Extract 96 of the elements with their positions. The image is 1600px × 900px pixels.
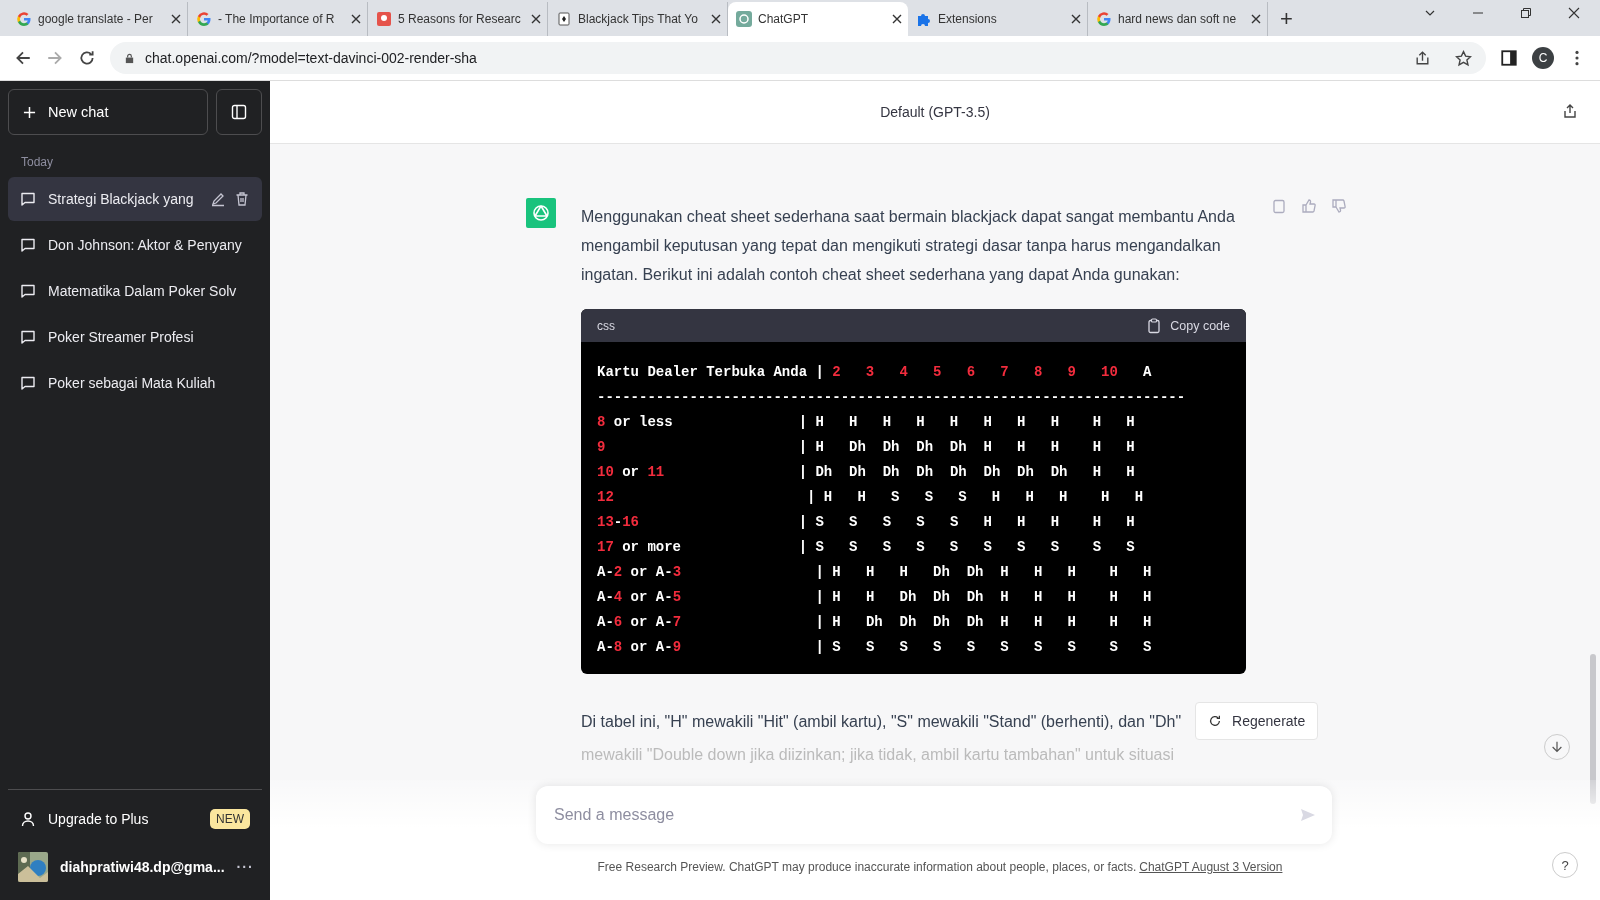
code-line: A-2 or A-3 | H H H Dh Dh H H H H H (597, 563, 1152, 582)
back-icon[interactable] (14, 49, 32, 67)
share-icon[interactable] (1414, 49, 1431, 67)
code-line: 17 or more | S S S S S S S S S S (597, 538, 1135, 557)
clipboard-icon[interactable] (1271, 198, 1287, 214)
message-icon (20, 191, 36, 207)
close-icon[interactable] (1568, 7, 1580, 19)
tab-title: google translate - Per (38, 12, 154, 26)
code-language: css (597, 318, 615, 333)
chatgpt-avatar-icon (526, 198, 556, 228)
new-tab-button[interactable]: + (1280, 6, 1293, 32)
chat-item[interactable]: Matematika Dalam Poker Solv (8, 269, 262, 313)
profile-avatar[interactable]: C (1532, 47, 1554, 69)
book-icon (376, 11, 392, 27)
code-line: 13-16 | S S S S S H H H H H (597, 513, 1135, 532)
chat-title: Poker Streamer Profesi (48, 329, 195, 345)
thumbs-down-icon[interactable] (1331, 198, 1347, 214)
reload-icon[interactable] (78, 49, 96, 67)
refresh-icon (1208, 714, 1223, 728)
chat-item[interactable]: Don Johnson: Aktor & Penyany (8, 223, 262, 267)
close-icon[interactable] (711, 14, 721, 24)
message-icon (20, 329, 36, 345)
more-button[interactable]: ··· (236, 859, 254, 875)
address-bar[interactable]: chat.openai.com/?model=text-davinci-002-render-sha (110, 42, 1486, 74)
sidebar-toggle-button[interactable] (216, 89, 262, 135)
card-icon (556, 11, 572, 27)
tab-title: 5 Reasons for Researc (398, 12, 522, 26)
user-item[interactable]: diahpratiwi48.dp@gma... ··· (8, 842, 262, 892)
chat-title: Matematika Dalam Poker Solv (48, 283, 238, 299)
scroll-down-button[interactable] (1544, 734, 1570, 760)
close-icon[interactable] (171, 14, 181, 24)
chat-item[interactable]: Poker sebagai Mata Kuliah (8, 361, 262, 405)
close-icon[interactable] (1071, 14, 1081, 24)
close-icon[interactable] (351, 14, 361, 24)
new-badge: NEW (210, 809, 250, 829)
code-line: Kartu Dealer Terbuka Anda | 2 3 4 5 6 7 8 9 10 A (597, 363, 1152, 382)
message-icon (20, 375, 36, 391)
message-icon (20, 283, 36, 299)
scrollbar-thumb[interactable] (1590, 654, 1596, 804)
pencil-icon[interactable] (210, 191, 226, 207)
google-icon (16, 11, 32, 27)
chat-item[interactable]: Poker Streamer Profesi (8, 315, 262, 359)
tab-title: Extensions (938, 12, 998, 26)
chatgpt-icon (736, 11, 752, 27)
code-line: ---------------------------------------------------------------------- (597, 388, 1186, 407)
new-chat-button[interactable]: New chat (8, 89, 208, 135)
close-icon[interactable] (1251, 14, 1261, 24)
browser-tab[interactable]: ChatGPT (728, 2, 908, 36)
regenerate-button[interactable]: Regenerate (1195, 702, 1319, 740)
close-icon[interactable] (892, 14, 902, 24)
code-line: 8 or less | H H H H H H H H H H (597, 413, 1135, 432)
user-email: diahpratiwi48.dp@gma... (60, 859, 225, 875)
version-link[interactable]: ChatGPT August 3 Version (1139, 860, 1283, 874)
disclaimer-text: Free Research Preview. ChatGPT may produce inaccurate information about people, places, or facts. (597, 860, 1137, 874)
message-paragraph: Di tabel ini, "H" mewakili "Hit" (ambil kartu), "S" mewakili "Stand" (berhenti), dan "Dh" (581, 711, 1182, 732)
chat-title: Don Johnson: Aktor & Penyany (48, 237, 243, 253)
code-line: 10 or 11 | Dh Dh Dh Dh Dh Dh Dh Dh H H (597, 463, 1135, 482)
google-icon (1096, 11, 1112, 27)
chat-title: Poker sebagai Mata Kuliah (48, 375, 217, 391)
code-line: 12 | H H S S S H H H H H (597, 488, 1144, 507)
url-text: chat.openai.com/?model=text-davinci-002-render-sha (145, 50, 478, 66)
help-button[interactable]: ? (1552, 852, 1578, 878)
code-line: A-8 or A-9 | S S S S S S S S S S (597, 638, 1152, 657)
clipboard-icon (1146, 317, 1163, 334)
tab-title: - The Importance of R (218, 12, 336, 26)
code-line: 9 | H Dh Dh Dh Dh H H H H H (597, 438, 1135, 457)
section-label: Today (20, 154, 55, 171)
message-paragraph: Menggunakan cheat sheet sederhana saat bermain blackjack dapat sangat membantu Anda mengambil keputusan yang tepat dan mengikuti strategi dasar tanpa harus mengandalkan ingatan. Berikut ini adalah contoh cheat sheet sederhana yang dapat Anda gunakan: (581, 207, 1236, 285)
chat-title: Strategi Blackjack yang (48, 191, 195, 207)
restore-icon[interactable] (1520, 7, 1532, 19)
share-icon[interactable] (1562, 103, 1578, 119)
star-icon[interactable] (1455, 49, 1472, 67)
tab-title: ChatGPT (758, 12, 809, 26)
google-icon (196, 11, 212, 27)
tab-title: Blackjack Tips That Yo (578, 12, 699, 26)
message-input[interactable]: Send a message (552, 805, 1300, 825)
lock-icon (124, 52, 135, 64)
chat-item[interactable]: Strategi Blackjack yang (8, 177, 262, 221)
message-paragraph: mewakili "Double down jika diizinkan; jika tidak, ambil kartu tambahan" untuk situasi (581, 745, 1175, 765)
puzzle-icon (916, 11, 932, 27)
close-icon[interactable] (531, 14, 541, 24)
sidebar-icon (231, 104, 247, 120)
copy-code-button[interactable]: Copy code (1146, 317, 1230, 334)
thumbs-up-icon[interactable] (1301, 198, 1317, 214)
upgrade-label: Upgrade to Plus (48, 811, 150, 827)
model-title[interactable]: Default (GPT-3.5) (880, 104, 990, 120)
arrow-down-icon (1550, 740, 1564, 754)
message-icon (20, 237, 36, 253)
side-panel-icon[interactable] (1500, 49, 1518, 67)
user-icon (20, 811, 36, 827)
code-line: A-6 or A-7 | H Dh Dh Dh Dh H H H H H (597, 613, 1152, 632)
code-line: A-4 or A-5 | H H Dh Dh Dh H H H H H (597, 588, 1152, 607)
plus-icon (23, 105, 36, 119)
upgrade-item[interactable]: Upgrade to Plus NEW (8, 796, 262, 842)
trash-icon[interactable] (234, 191, 250, 207)
tab-title: hard news dan soft ne (1118, 12, 1238, 26)
